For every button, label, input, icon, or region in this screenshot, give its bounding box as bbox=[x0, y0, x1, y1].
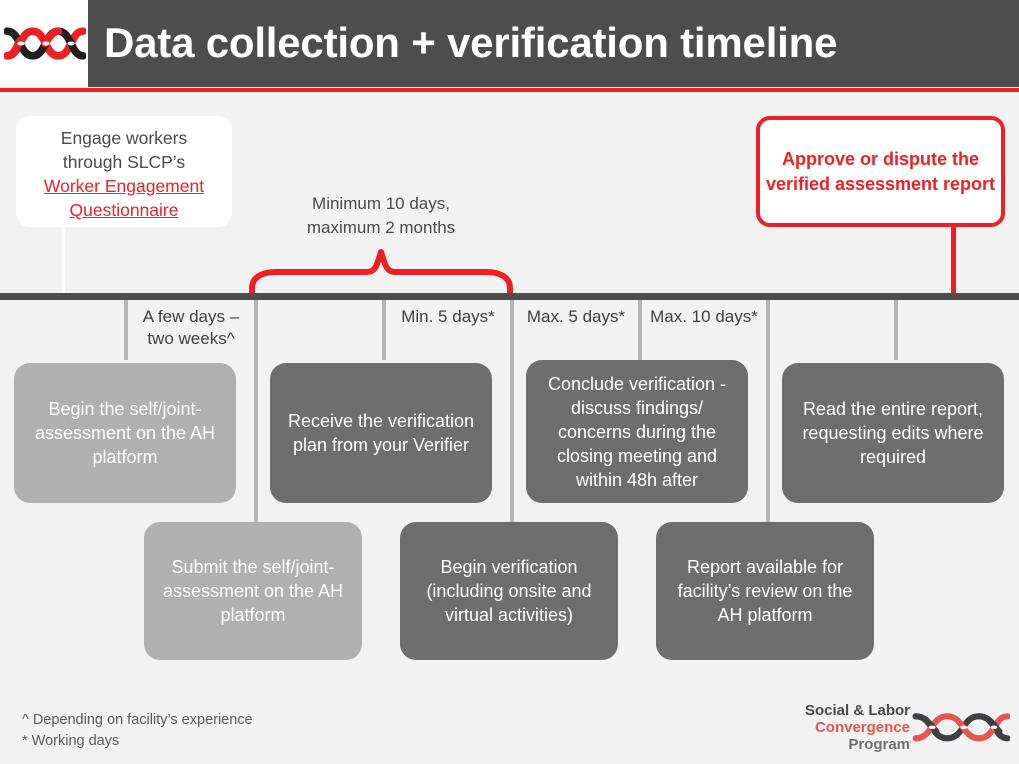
callout-left-line2: through SLCP’s bbox=[62, 152, 186, 172]
step-box-receive-verification-plan[interactable]: Receive the verification plan from your … bbox=[270, 363, 492, 503]
slcp-braid-logo-icon bbox=[912, 704, 1011, 752]
step-box-conclude-verification[interactable]: Conclude verification - discuss findings… bbox=[526, 360, 748, 503]
brace-label-line1: Minimum 10 days, bbox=[312, 194, 450, 213]
slcp-braid-logo-icon bbox=[3, 14, 87, 74]
footer-logo: Social & Labor Convergence Program bbox=[780, 700, 1011, 758]
callout-right-text: Approve or dispute the verified assessme… bbox=[765, 148, 996, 194]
header-accent-rule bbox=[0, 88, 1019, 92]
callout-left-line1: Engage workers bbox=[60, 128, 188, 148]
step-box-begin-verification[interactable]: Begin verification (including onsite and… bbox=[400, 522, 618, 660]
timeline-axis bbox=[0, 293, 1019, 300]
worker-engagement-questionnaire-link[interactable]: Worker Engagement Questionnaire bbox=[16, 174, 232, 222]
timeline-segment-label: Min. 5 days* bbox=[401, 307, 495, 326]
timeline-segment-label: A few days – two weeks^ bbox=[142, 307, 240, 348]
timeline-divider bbox=[510, 300, 514, 525]
step-box-read-entire-report[interactable]: Read the entire report, requesting edits… bbox=[782, 363, 1004, 503]
timeline-divider bbox=[894, 300, 898, 360]
callout-approve-or-dispute: Approve or dispute the verified assessme… bbox=[756, 116, 1005, 227]
step-box-begin-self-assessment[interactable]: Begin the self/joint-assessment on the A… bbox=[14, 363, 236, 503]
brace-label-line2: maximum 2 months bbox=[306, 218, 456, 237]
page-title: Data collection + verification timeline bbox=[104, 19, 838, 66]
header: Data collection + verification timeline bbox=[0, 0, 1019, 87]
slide-canvas: Data collection + verification timeline … bbox=[0, 0, 1019, 764]
footer-logo-line2: Convergence bbox=[814, 719, 910, 736]
footer-logo-text: Social & Labor Convergence Program bbox=[780, 702, 910, 753]
footnote-caret: ^ Depending on facility’s experience bbox=[22, 712, 253, 728]
callout-engage-workers: Engage workers through SLCP’s Worker Eng… bbox=[16, 116, 232, 227]
footnotes: ^ Depending on facility’s experience * W… bbox=[22, 710, 253, 752]
callout-left-leader-line bbox=[62, 225, 65, 297]
callout-right-leader-line bbox=[951, 225, 956, 297]
timeline-divider bbox=[766, 300, 770, 525]
step-box-report-available[interactable]: Report available for facility’s review o… bbox=[656, 522, 874, 660]
step-box-submit-self-assessment[interactable]: Submit the self/joint-assessment on the … bbox=[144, 522, 362, 660]
timeline-segment-label: Max. 10 days* bbox=[650, 307, 758, 326]
footer-logo-line3: Program bbox=[848, 736, 910, 753]
timeline-divider bbox=[254, 300, 258, 525]
brace-label: Minimum 10 days, maximum 2 months bbox=[250, 192, 512, 240]
timeline-segment-label: Max. 5 days* bbox=[526, 307, 626, 326]
footnote-asterisk: * Working days bbox=[22, 733, 120, 749]
footer-logo-line1: Social & Labor bbox=[804, 702, 910, 719]
